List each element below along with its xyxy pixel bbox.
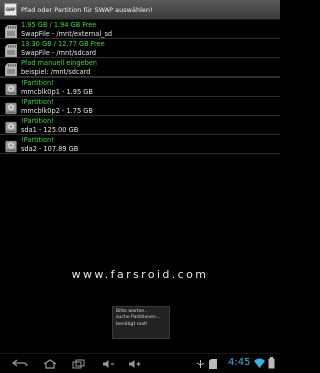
- list-item-subtitle: SwapFile - /mnt/sdcard: [21, 49, 97, 57]
- list-item-title: !Partition!: [21, 79, 54, 87]
- list-item-subtitle: beispiel: /mnt/sdcard: [21, 68, 91, 76]
- wifi-icon: [254, 358, 265, 368]
- sd-card-icon: [4, 42, 18, 58]
- list-item[interactable]: !Partition! mmcblk0p1 - 1.95 GB: [0, 78, 280, 97]
- dialog-title: Pfad oder Partition für SWAP auswählen!: [21, 5, 153, 14]
- battery-icon: [268, 357, 275, 369]
- list-item[interactable]: 1.95 GB / 1.94 GB Free SwapFile - /mnt/ex…: [0, 20, 280, 39]
- back-icon[interactable]: [12, 359, 28, 368]
- list-item[interactable]: !Partition! sda1 - 125.00 GB: [0, 116, 280, 135]
- home-icon[interactable]: [42, 359, 58, 369]
- system-navigation-bar: 4:45: [0, 353, 280, 373]
- list-item-title: !Partition!: [21, 98, 54, 106]
- clock: 4:45: [228, 357, 251, 368]
- hard-drive-icon: [5, 119, 17, 134]
- title-bar: SWAP Pfad oder Partition für SWAP auswäh…: [0, 0, 280, 20]
- list-item[interactable]: !Partition! sda2 - 107.89 GB: [0, 135, 280, 154]
- list-item[interactable]: !Partition! mmcblk0p2 - 1.75 GB: [0, 97, 280, 116]
- list-item-subtitle: sda2 - 107.89 GB: [21, 145, 79, 153]
- list-item-subtitle: mmcblk0p1 - 1.95 GB: [21, 88, 93, 96]
- volume-down-icon[interactable]: [102, 359, 116, 369]
- sd-card-icon: [4, 23, 18, 39]
- list-item-subtitle: sda1 - 125.00 GB: [21, 126, 79, 134]
- list-item-subtitle: SwapFile - /mnt/external_sd: [21, 30, 113, 38]
- partition-list: 1.95 GB / 1.94 GB Free SwapFile - /mnt/ex…: [0, 20, 280, 154]
- list-item[interactable]: Pfad manuell eingeben beispiel: /mnt/sdca…: [0, 58, 280, 77]
- app-icon-label: SWAP: [5, 6, 16, 12]
- list-item-title: Pfad manuell eingeben: [21, 59, 97, 67]
- volume-up-icon[interactable]: [128, 359, 142, 369]
- list-item[interactable]: 13.30 GB / 12.77 GB Free SwapFile - /mnt/…: [0, 39, 280, 58]
- list-item-title: !Partition!: [21, 136, 54, 144]
- toast-line-3: benötigt root!: [116, 321, 148, 327]
- recent-apps-icon[interactable]: [72, 359, 86, 369]
- toast-line-2: suche Partitionen...: [116, 315, 161, 321]
- sd-card-icon: [4, 61, 18, 77]
- list-item-title: !Partition!: [21, 117, 54, 125]
- sd-card-notification-icon: [209, 359, 217, 369]
- list-item-title: 13.30 GB / 12.77 GB Free: [21, 40, 105, 48]
- hard-drive-icon: [5, 81, 17, 96]
- list-item-subtitle: mmcblk0p2 - 1.75 GB: [21, 107, 93, 115]
- list-item-title: 1.95 GB / 1.94 GB Free: [21, 21, 97, 29]
- toast-message: Bitte warten.. suche Partitionen... benö…: [112, 306, 170, 339]
- swap-app-icon: SWAP: [4, 3, 17, 16]
- watermark-text: www.farsroid.com: [71, 268, 209, 281]
- hard-drive-icon: [5, 138, 17, 153]
- usb-icon: [196, 360, 205, 368]
- hard-drive-icon: [5, 100, 17, 115]
